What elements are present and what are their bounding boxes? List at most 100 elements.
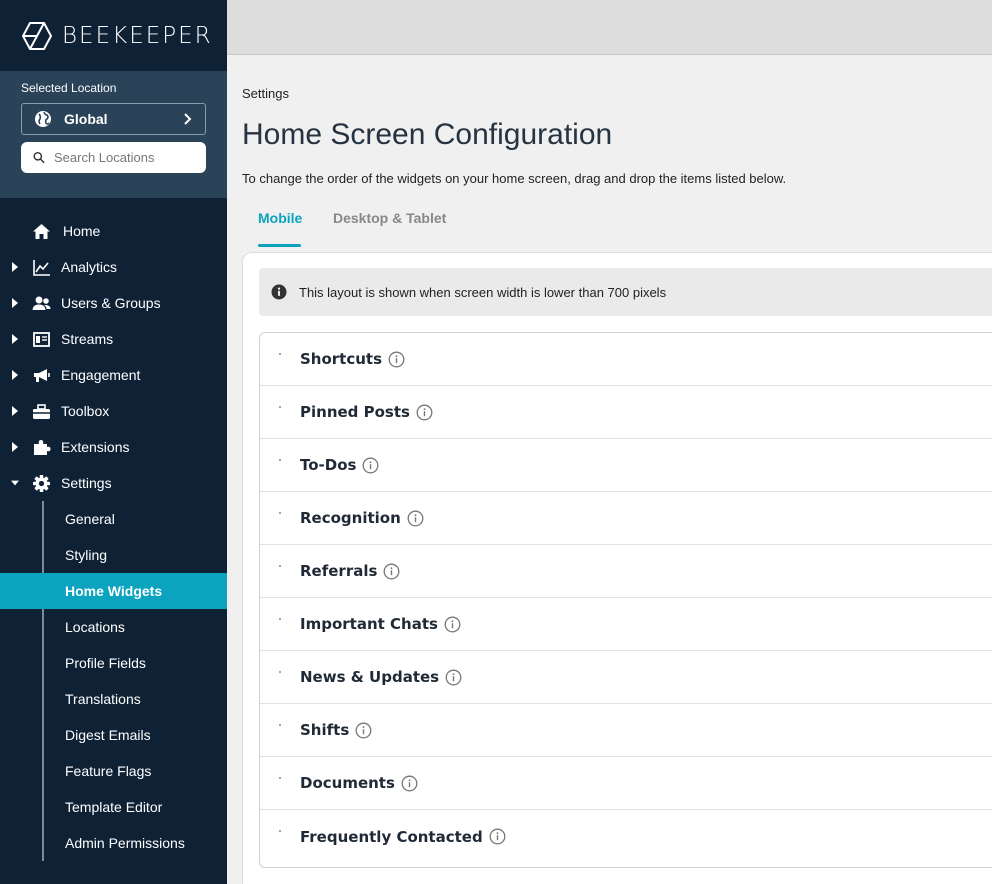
drag-handle-icon[interactable] (279, 512, 281, 514)
tab-mobile[interactable]: Mobile (258, 210, 302, 226)
subnav-item-translations[interactable]: Translations (0, 681, 227, 717)
location-selector[interactable]: Global (21, 103, 206, 135)
info-outline-icon[interactable] (445, 669, 462, 686)
caret-down-icon (11, 480, 19, 486)
streams-icon (33, 331, 50, 347)
widget-row-referrals[interactable]: Referrals (260, 545, 992, 598)
selected-location: Global (64, 111, 108, 127)
info-outline-icon[interactable] (383, 563, 400, 580)
drag-handle-icon[interactable] (279, 459, 281, 461)
chevron-right-icon (184, 113, 192, 125)
tab-desktop-tablet[interactable]: Desktop & Tablet (333, 210, 446, 226)
location-label: Selected Location (21, 81, 117, 95)
info-outline-icon[interactable] (355, 722, 372, 739)
nav-item-analytics[interactable]: Analytics (0, 249, 227, 285)
subnav-item-styling[interactable]: Styling (0, 537, 227, 573)
nav-item-streams[interactable]: Streams (0, 321, 227, 357)
drag-handle-icon[interactable] (279, 353, 281, 355)
subnav-item-admin-permissions[interactable]: Admin Permissions (0, 825, 227, 861)
nav-label-extensions: Extensions (61, 439, 130, 455)
settings-subnav: General Styling Home Widgets Locations P… (0, 501, 227, 861)
widget-label: Shifts (300, 721, 350, 739)
top-bar (227, 0, 992, 55)
location-search[interactable] (21, 142, 206, 173)
home-icon (33, 223, 50, 239)
widget-row-content: Referrals (300, 562, 400, 580)
info-outline-icon[interactable] (362, 457, 379, 474)
widget-row-important-chats[interactable]: Important Chats (260, 598, 992, 651)
search-icon (33, 151, 45, 164)
nav-item-users-groups[interactable]: Users & Groups (0, 285, 227, 321)
subnav-item-feature-flags[interactable]: Feature Flags (0, 753, 227, 789)
info-outline-icon[interactable] (407, 510, 424, 527)
nav-label-users-groups: Users & Groups (61, 295, 161, 311)
drag-handle-icon[interactable] (279, 830, 281, 832)
location-search-input[interactable] (54, 150, 194, 165)
widget-label: Recognition (300, 509, 401, 527)
tabs: Mobile Desktop & Tablet (242, 210, 992, 249)
drag-handle-icon[interactable] (279, 777, 281, 779)
toolbox-icon (33, 403, 50, 419)
beekeeper-logo-icon (22, 21, 52, 50)
nav-item-engagement[interactable]: Engagement (0, 357, 227, 393)
page-description: To change the order of the widgets on yo… (242, 171, 787, 186)
widget-label: To-Dos (300, 456, 357, 474)
drag-handle-icon[interactable] (279, 618, 281, 620)
drag-handle-icon[interactable] (279, 565, 281, 567)
subnav-item-template-editor[interactable]: Template Editor (0, 789, 227, 825)
puzzle-icon (34, 439, 51, 455)
widget-row-content: Important Chats (300, 615, 461, 633)
main-content: Settings Home Screen Configuration To ch… (227, 55, 992, 884)
subnav-item-locations[interactable]: Locations (0, 609, 227, 645)
widget-row-recognition[interactable]: Recognition (260, 492, 992, 545)
widget-label: Frequently Contacted (300, 827, 483, 846)
info-outline-icon[interactable] (388, 351, 405, 368)
nav-label-home: Home (63, 223, 101, 239)
widget-label: Referrals (300, 562, 378, 580)
widget-row-shifts[interactable]: Shifts (260, 704, 992, 757)
page-title: Home Screen Configuration (242, 118, 613, 151)
nav-label-analytics: Analytics (61, 259, 118, 275)
widget-row-documents[interactable]: Documents (260, 757, 992, 810)
widget-row-to-dos[interactable]: To-Dos (260, 439, 992, 492)
widget-row-content: Shifts (300, 721, 372, 739)
nav-item-toolbox[interactable]: Toolbox (0, 393, 227, 429)
widget-row-shortcuts[interactable]: Shortcuts (260, 333, 992, 386)
info-outline-icon[interactable] (401, 775, 418, 792)
nav-item-settings[interactable]: Settings (0, 465, 227, 501)
drag-handle-icon[interactable] (279, 406, 281, 408)
nav-item-extensions[interactable]: Extensions (0, 429, 227, 465)
subnav-item-general[interactable]: General (0, 501, 227, 537)
nav-label-streams: Streams (61, 331, 114, 347)
caret-right-icon (12, 406, 18, 416)
info-outline-icon[interactable] (489, 828, 506, 845)
subnav-item-profile-fields[interactable]: Profile Fields (0, 645, 227, 681)
widget-label: News & Updates (300, 668, 440, 686)
widget-row-content: Documents (300, 774, 418, 792)
breadcrumb[interactable]: Settings (242, 86, 992, 101)
nav-label-toolbox: Toolbox (61, 403, 110, 419)
widget-row-pinned-posts[interactable]: Pinned Posts (260, 386, 992, 439)
info-filled-icon (271, 284, 287, 300)
caret-right-icon (12, 262, 18, 272)
brand-name: BEEKEEPER (62, 22, 213, 49)
widget-row-content: Frequently Contacted (300, 828, 506, 846)
widget-label: Important Chats (300, 615, 438, 633)
users-icon (32, 296, 51, 310)
widget-list: Shortcuts Pinned Posts To-Dos Recognition Re… (259, 332, 992, 868)
drag-handle-icon[interactable] (279, 671, 281, 673)
drag-handle-icon[interactable] (279, 724, 281, 726)
megaphone-icon (34, 368, 50, 382)
widget-row-news-and-updates[interactable]: News & Updates (260, 651, 992, 704)
widget-row-content: Shortcuts (300, 350, 405, 368)
widget-row-frequently-contacted[interactable]: Frequently Contacted (260, 810, 992, 863)
subnav-item-home-widgets[interactable]: Home Widgets (0, 573, 227, 609)
info-text: This layout is shown when screen width i… (299, 284, 667, 300)
brand[interactable]: BEEKEEPER (0, 0, 227, 71)
info-outline-icon[interactable] (416, 404, 433, 421)
chart-icon (33, 259, 50, 276)
nav-item-home[interactable]: Home (0, 213, 227, 249)
widget-row-content: News & Updates (300, 668, 462, 686)
info-outline-icon[interactable] (444, 616, 461, 633)
subnav-item-digest-emails[interactable]: Digest Emails (0, 717, 227, 753)
